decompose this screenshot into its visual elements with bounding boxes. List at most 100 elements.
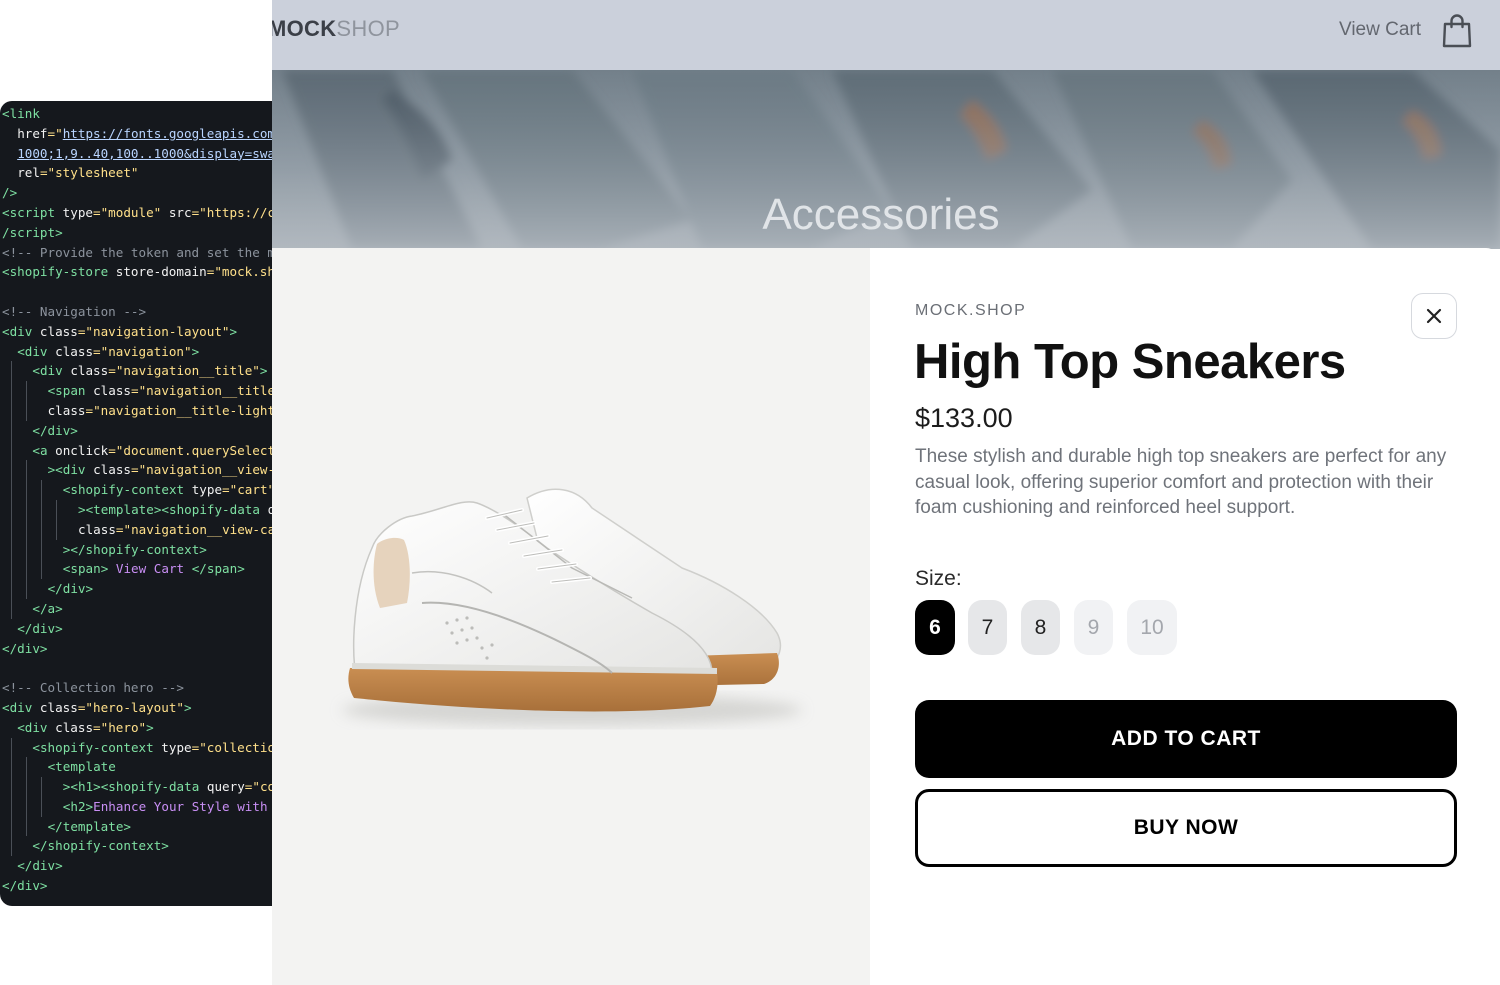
code-line: <h2>Enhance Your Style with C [0,796,286,817]
indent-guide [25,460,27,481]
code-token: class [70,363,109,379]
code-line: <span class="navigation__title [0,381,286,401]
code-line: class="navigation__title-light" [0,400,286,421]
code-token: <shopify-context [32,739,162,755]
code-token: 1000;1,9..40,100..1000&display=swap [17,145,283,161]
screenshot-stage: <link href="https://fonts.googleapis.com/… [0,0,1500,985]
code-line: /script> [0,223,286,243]
code-line: ><h1><shopify-data query="col [0,777,286,797]
code-token: class [47,402,86,418]
code-line: /> [0,183,286,203]
product-info-panel: MOCK.SHOP High Top Sneakers $133.00 Thes… [870,248,1500,985]
code-token: </div> [2,640,48,656]
buy-now-button[interactable]: BUY NOW [915,789,1457,867]
close-icon [1426,308,1442,324]
code-token: ="hero" [93,719,147,735]
code-line: <div class="navigation__title"> [0,361,286,382]
indent-guide [10,361,12,382]
product-price: $133.00 [915,403,1013,433]
indent-guide [25,579,27,599]
code-token: ="navigation__title [131,383,276,399]
code-token: ="navigation" [93,343,192,359]
code-token: ="navigation__view-car [115,521,283,537]
size-option-7[interactable]: 7 [968,600,1007,655]
add-to-cart-button[interactable]: ADD TO CART [915,700,1457,778]
view-cart-link[interactable]: View Cart [1339,19,1421,41]
close-modal-button[interactable] [1411,293,1457,339]
code-token: =" [47,125,63,141]
code-token: Enhance Your Style with C [93,798,283,814]
code-token: ="navigation__title" [108,363,260,379]
code-line: <shopify-context type="collection [0,737,286,758]
code-line: </div> [0,420,286,441]
code-token: query [206,779,245,795]
code-token: type [161,739,192,755]
logo-bold-text: MOCK [272,16,337,41]
indent-guide [25,559,27,580]
size-option-8[interactable]: 8 [1021,600,1060,655]
indent-guide [10,737,12,758]
store-logo[interactable]: MOCKSHOP [272,16,400,42]
size-option-6[interactable]: 6 [915,600,955,655]
code-token: <template [47,759,116,775]
indent-guide [25,499,27,520]
code-line: </div> [0,619,286,639]
size-label: Size: [915,567,962,590]
code-line: <span> View Cart </span> [0,559,286,580]
code-token: <div [2,699,40,715]
size-option-10[interactable]: 10 [1127,600,1177,655]
code-token: <link [2,106,40,121]
code-token: ="cart" [222,482,276,498]
code-token: class [39,699,78,715]
code-token: class [78,521,116,537]
code-token: <!-- Navigation --> [2,303,147,319]
size-option-9[interactable]: 9 [1074,600,1113,655]
indent-guide [40,777,42,797]
code-token: <span> [62,561,109,577]
code-line: <link [0,104,286,124]
indent-guide [10,598,12,619]
code-line: </div> [0,856,286,876]
indent-guide [25,757,27,778]
logo-light-text: SHOP [336,16,400,41]
code-line: <shopify-context type="cart" [0,480,286,500]
code-token: class [93,462,132,478]
product-vendor: MOCK.SHOP [915,302,1027,319]
code-token: <div [2,323,40,339]
indent-guide [40,559,42,580]
shopping-bag-icon[interactable] [1442,14,1472,48]
indent-guide [10,579,12,599]
code-token: </div> [17,620,63,636]
code-token: class [93,383,132,399]
code-line: <a onclick="document.querySelecto [0,440,286,461]
code-token: > [184,699,192,715]
indent-guide [25,480,27,500]
indent-guide [10,400,12,421]
code-line: ></shopify-context> [0,539,286,560]
code-line: 1000;1,9..40,100..1000&display=swap [0,144,286,164]
code-token: ><div [47,462,94,478]
indent-guide [40,480,42,500]
code-token: store-domain [115,264,207,280]
indent-guide [10,460,12,481]
code-line: ><div class="navigation__view-c [0,460,286,481]
indent-guide [10,381,12,401]
code-token: src [168,204,192,220]
indent-guide [40,796,42,817]
code-token: <!-- Collection hero --> [2,680,184,696]
code-token: ="https://cd [191,204,283,220]
white-high-top-sneaker-photo [342,488,802,726]
indent-guide [10,796,12,817]
indent-guide [10,519,12,540]
indent-guide [10,480,12,500]
code-token: <div [32,363,71,379]
indent-guide [25,539,27,560]
code-token: <span [47,383,94,399]
code-token: ><h1><shopify-data [62,779,207,795]
indent-guide [10,836,12,857]
indent-guide [56,519,58,540]
code-token: </div> [47,581,94,597]
indent-guide [25,816,27,837]
code-editor-panel[interactable]: <link href="https://fonts.googleapis.com/… [0,101,286,906]
